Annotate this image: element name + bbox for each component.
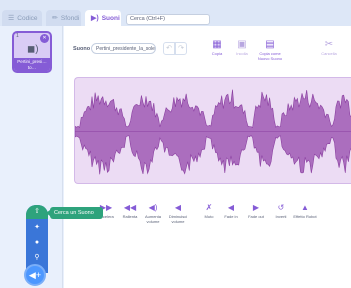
louder-icon: ◀) (148, 203, 158, 212)
waveform-path (75, 89, 351, 175)
fade-out-icon: ▶ (252, 203, 260, 212)
scissors-icon: ✂ (324, 39, 334, 50)
add-sound-button[interactable]: ◀+ (24, 264, 46, 286)
effects-bar: ▶▶ Accelera ◀◀ Rallenta ◀) Aumenta volum… (64, 202, 351, 242)
robot-icon: ▲ (301, 203, 309, 212)
effect-mute[interactable]: ✗ Muto (202, 202, 216, 219)
surprise-sound-button[interactable]: ✦ (26, 221, 48, 235)
tab-bar: ☰ Codice ✏ Sfondi ▶) Suoni Cerca (Ctrl+F… (0, 0, 351, 26)
waveform (75, 89, 351, 175)
speaker-plus-icon: ◀+ (28, 270, 42, 280)
microphone-icon: ● (34, 239, 40, 246)
sound-name-label: Suono (73, 46, 91, 52)
choose-sound-button[interactable]: ⚲ (26, 251, 48, 265)
copy-new-icon: ▤ (265, 39, 275, 50)
slow-icon: ◀◀ (123, 203, 137, 212)
paste-button[interactable]: ▣ Incolla (232, 38, 252, 56)
tab-backdrops[interactable]: ✏ Sfondi (46, 10, 81, 26)
fade-in-icon: ◀ (227, 203, 235, 212)
sound-tile[interactable]: 1 ✕ ◼) Pertini_presi… to… (12, 31, 52, 73)
undo-icon: ↶ (166, 45, 172, 52)
copy-new-sound-button[interactable]: ▤ Copia come Nuovo Suono (254, 38, 286, 61)
effect-fade-in[interactable]: ◀ Fade in (222, 202, 240, 219)
undo-button[interactable]: ↶ (163, 42, 175, 55)
upload-sound-button[interactable]: ⇧ (26, 205, 48, 219)
waveform-area[interactable] (74, 77, 351, 184)
effect-softer[interactable]: ◀ Diminuisci volume (166, 202, 190, 224)
sound-editor-app: ☰ Codice ✏ Sfondi ▶) Suoni Cerca (Ctrl+F… (0, 0, 351, 288)
speaker-icon: ▶) (91, 15, 99, 22)
sound-editor: Suono Pertini_presidente_la_sole… ↶ ↷ ▦ … (64, 26, 351, 288)
trash-icon[interactable]: ✕ (40, 34, 49, 43)
delete-button[interactable]: ✂ Cancella (316, 38, 342, 56)
mute-icon: ✗ (205, 203, 213, 212)
search-icon: ⚲ (34, 254, 40, 261)
tooltip: Cerca un Suono (46, 207, 103, 219)
tab-code[interactable]: ☰ Codice (2, 10, 42, 26)
copy-button[interactable]: ▦ Copia (207, 38, 227, 56)
sound-tile-label: Pertini_presi… to… (14, 58, 50, 71)
redo-icon: ↷ (178, 45, 184, 52)
tab-sounds[interactable]: ▶) Suoni (85, 10, 121, 26)
effect-slower[interactable]: ◀◀ Rallenta (120, 202, 140, 219)
copy-icon: ▦ (212, 39, 222, 50)
add-sound-menu: ⇧ ✦ ● ⚲ (26, 205, 48, 273)
redo-button[interactable]: ↷ (175, 42, 187, 55)
effect-reverse[interactable]: ↺ Inverti (273, 202, 289, 219)
paste-icon: ▣ (237, 39, 247, 50)
effect-louder[interactable]: ◀) Aumenta volume (142, 202, 164, 224)
speaker-icon: ◼) (27, 44, 39, 55)
effect-robot[interactable]: ▲ Effetto Robot (292, 202, 318, 219)
softer-icon: ◀ (174, 203, 182, 212)
search-input[interactable]: Cerca (Ctrl+F) (126, 14, 210, 25)
surprise-icon: ✦ (34, 224, 40, 231)
brush-icon: ✏ (52, 15, 58, 22)
upload-icon: ⇧ (34, 208, 40, 215)
record-sound-button[interactable]: ● (26, 236, 48, 250)
reverse-icon: ↺ (277, 203, 285, 212)
code-icon: ☰ (8, 15, 15, 22)
sound-number: 1 (16, 33, 19, 39)
sound-name-input[interactable]: Pertini_presidente_la_sole… (91, 43, 156, 54)
effect-fade-out[interactable]: ▶ Fade out (246, 202, 266, 219)
